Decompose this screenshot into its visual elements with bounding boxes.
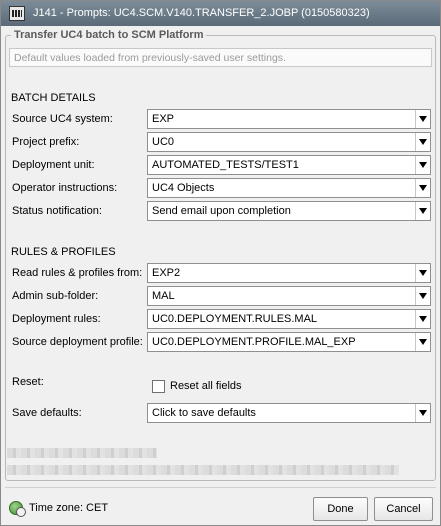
operator-instructions-label: Operator instructions: [12, 182, 118, 194]
source-system-label: Source UC4 system: [12, 113, 113, 125]
deployment-unit-dropdown[interactable]: AUTOMATED_TESTS/TEST1 [147, 155, 431, 175]
admin-subfolder-value: MAL [152, 290, 175, 302]
footer-separator [5, 487, 436, 488]
chevron-down-icon[interactable] [415, 333, 430, 351]
reset-all-label[interactable]: Reset all fields [170, 380, 242, 392]
status-notification-value: Send email upon completion [152, 205, 291, 217]
globe-clock-icon [9, 501, 26, 517]
deployment-unit-label: Deployment unit: [12, 159, 95, 171]
info-message: Default values loaded from previously-sa… [9, 48, 432, 67]
source-system-value: EXP [152, 113, 175, 125]
admin-subfolder-label: Admin sub-folder: [12, 290, 99, 302]
reset-all-checkbox[interactable] [152, 380, 165, 393]
redacted-text [7, 448, 157, 458]
read-rules-label: Read rules & profiles from: [12, 267, 143, 279]
source-deployment-profile-label: Source deployment profile: [12, 336, 143, 348]
deployment-rules-value: UC0.DEPLOYMENT.RULES.MAL [152, 313, 318, 325]
project-prefix-label: Project prefix: [12, 136, 80, 148]
operator-instructions-value: UC4 Objects [152, 182, 215, 194]
save-defaults-value: Click to save defaults [152, 407, 256, 419]
status-notification-label: Status notification: [12, 205, 102, 217]
window-title: J141 - Prompts: UC4.SCM.V140.TRANSFER_2.… [33, 7, 370, 19]
admin-subfolder-dropdown[interactable]: MAL [147, 286, 431, 306]
save-defaults-dropdown[interactable]: Click to save defaults [147, 403, 431, 423]
operator-instructions-dropdown[interactable]: UC4 Objects [147, 178, 431, 198]
source-deployment-profile-dropdown[interactable]: UC0.DEPLOYMENT.PROFILE.MAL_EXP [147, 332, 431, 352]
deployment-rules-label: Deployment rules: [12, 313, 101, 325]
chevron-down-icon[interactable] [415, 404, 430, 422]
source-system-dropdown[interactable]: EXP [147, 109, 431, 129]
prompt-dialog: J141 - Prompts: UC4.SCM.V140.TRANSFER_2.… [0, 0, 441, 526]
done-button[interactable]: Done [313, 497, 368, 521]
title-bar[interactable]: J141 - Prompts: UC4.SCM.V140.TRANSFER_2.… [1, 1, 440, 26]
chevron-down-icon[interactable] [415, 110, 430, 128]
chevron-down-icon[interactable] [415, 287, 430, 305]
read-rules-value: EXP2 [152, 267, 181, 279]
batch-details-heading: BATCH DETAILS [11, 92, 96, 104]
reset-label: Reset: [12, 376, 44, 388]
chevron-down-icon[interactable] [415, 179, 430, 197]
project-prefix-dropdown[interactable]: UC0 [147, 132, 431, 152]
chevron-down-icon[interactable] [415, 133, 430, 151]
deployment-unit-value: AUTOMATED_TESTS/TEST1 [152, 159, 299, 171]
group-title: Transfer UC4 batch to SCM Platform [11, 29, 207, 41]
rules-profiles-heading: RULES & PROFILES [11, 246, 116, 258]
deployment-rules-dropdown[interactable]: UC0.DEPLOYMENT.RULES.MAL [147, 309, 431, 329]
project-prefix-value: UC0 [152, 136, 175, 148]
chevron-down-icon[interactable] [415, 264, 430, 282]
redacted-text [7, 465, 399, 475]
source-deployment-profile-value: UC0.DEPLOYMENT.PROFILE.MAL_EXP [152, 336, 356, 348]
read-rules-dropdown[interactable]: EXP2 [147, 263, 431, 283]
save-defaults-label: Save defaults: [12, 407, 82, 419]
chevron-down-icon[interactable] [415, 156, 430, 174]
status-notification-dropdown[interactable]: Send email upon completion [147, 201, 431, 221]
chevron-down-icon[interactable] [415, 310, 430, 328]
chevron-down-icon[interactable] [415, 202, 430, 220]
timezone-label: Time zone: CET [29, 502, 109, 514]
cancel-button[interactable]: Cancel [374, 497, 433, 521]
application-icon [9, 6, 25, 21]
